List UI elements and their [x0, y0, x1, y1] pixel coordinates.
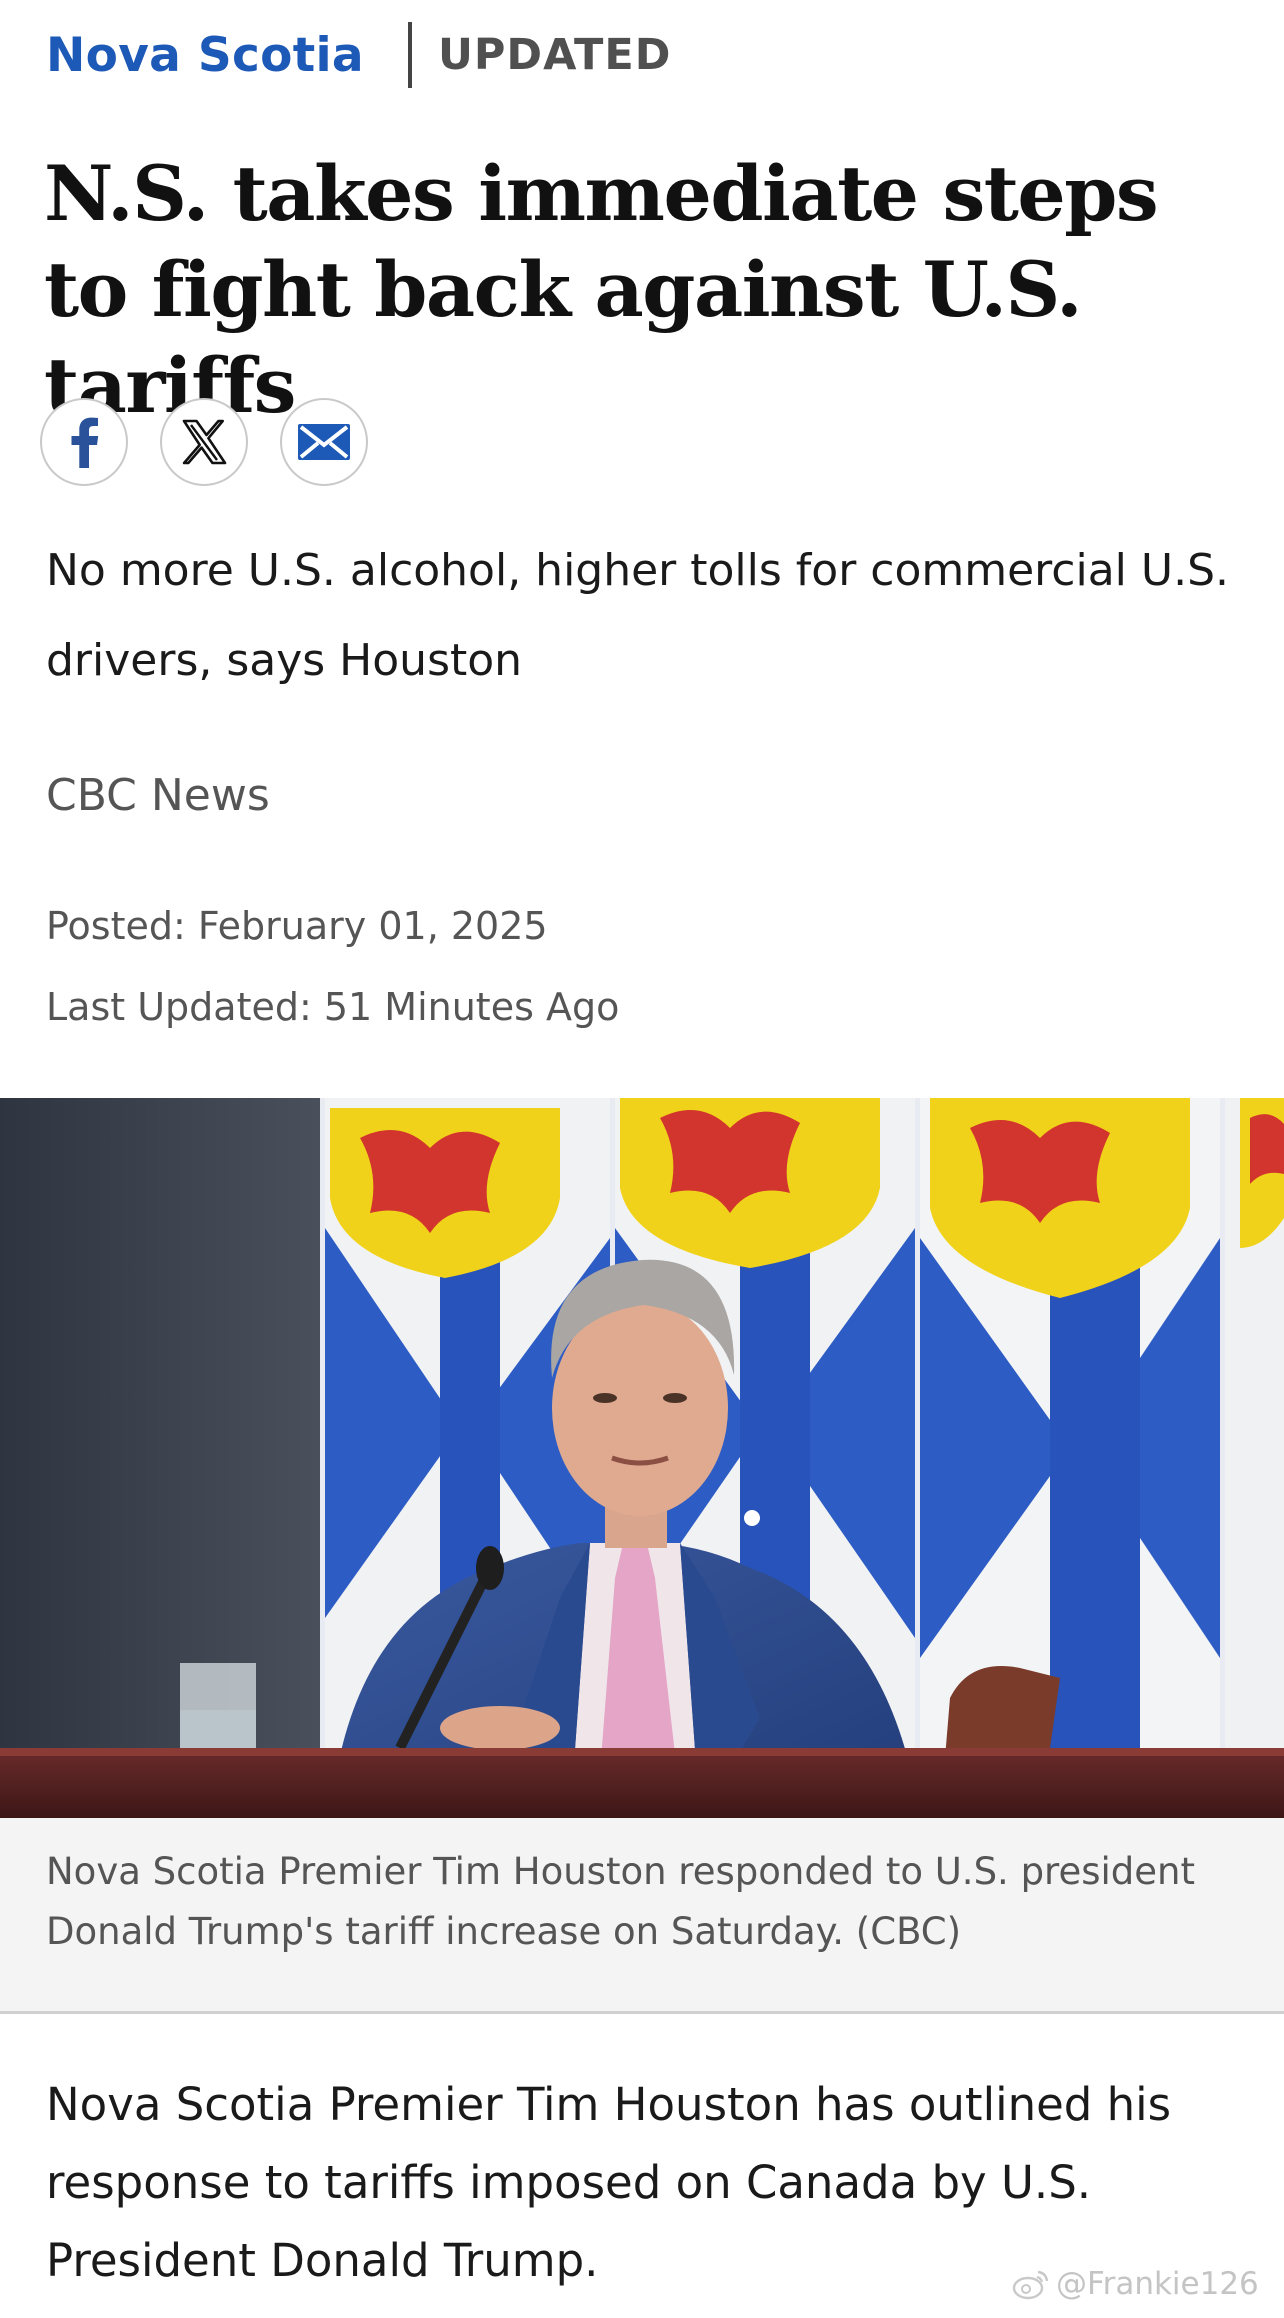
photo-caption-area: Nova Scotia Premier Tim Houston responde…	[0, 1818, 1284, 2014]
article-topline: Nova Scotia UPDATED	[46, 22, 671, 88]
topline-divider	[407, 22, 412, 88]
share-email-button[interactable]	[280, 398, 368, 486]
updated-label: UPDATED	[437, 30, 672, 80]
article-byline: CBC News	[46, 770, 270, 821]
article-headline: N.S. takes immediate steps to fight back…	[44, 149, 1159, 430]
share-buttons	[40, 398, 368, 486]
weibo-icon	[1012, 2270, 1049, 2300]
section-link[interactable]: Nova Scotia	[46, 28, 364, 83]
share-facebook-button[interactable]	[40, 398, 128, 486]
photo-caption: Nova Scotia Premier Tim Houston responde…	[46, 1850, 1195, 1953]
posted-date: Posted: February 01, 2025	[46, 904, 548, 948]
article-body-paragraph: Nova Scotia Premier Tim Houston has outl…	[46, 2078, 1172, 2287]
watermark: @Frankie126	[1012, 2266, 1259, 2302]
watermark-handle: @Frankie126	[1056, 2266, 1259, 2302]
x-icon	[182, 419, 227, 465]
premier-press-conference-photo	[0, 1098, 1284, 1818]
article-photo[interactable]	[0, 1098, 1284, 1818]
facebook-icon	[71, 417, 99, 468]
email-icon	[298, 424, 350, 460]
last-updated-time: Last Updated: 51 Minutes Ago	[46, 985, 620, 1029]
article-deck: No more U.S. alcohol, higher tolls for c…	[46, 545, 1229, 686]
share-x-button[interactable]	[160, 398, 248, 486]
